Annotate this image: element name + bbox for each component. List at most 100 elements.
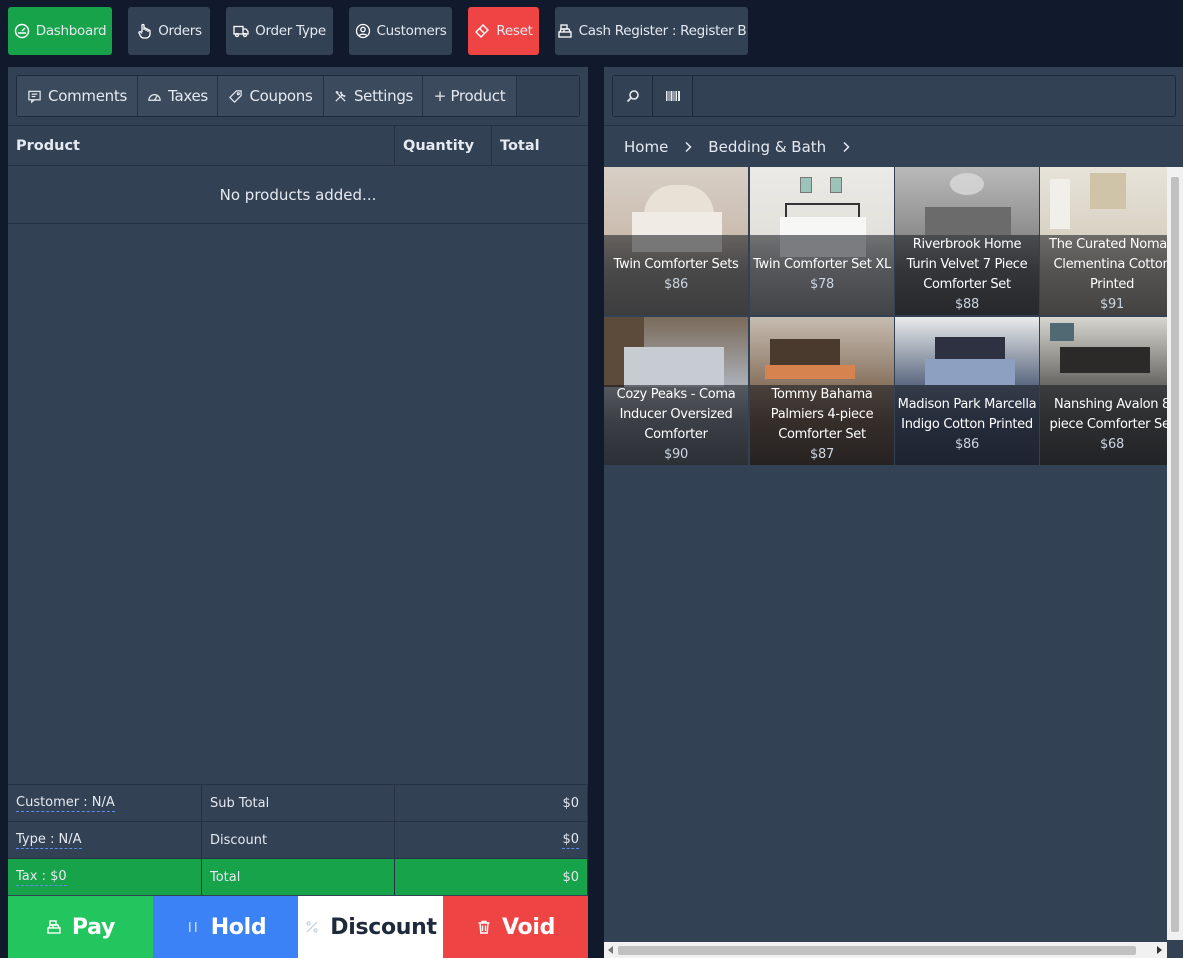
tax-selector[interactable]: Tax : $0: [16, 869, 67, 886]
tab-settings-label: Settings: [353, 87, 414, 105]
hold-button[interactable]: Hold: [153, 896, 298, 958]
dashboard-icon: [14, 23, 29, 39]
customers-label: Customers: [376, 23, 447, 39]
search-bar: [612, 75, 1176, 117]
cash-register-icon: [47, 920, 61, 934]
pay-button[interactable]: Pay: [8, 896, 153, 958]
barcode-button[interactable]: [653, 76, 693, 116]
product-card[interactable]: The Curated Nomad Clementina Cotton Prin…: [1040, 167, 1167, 315]
column-quantity: Quantity: [395, 126, 492, 165]
void-label: Void: [501, 914, 556, 940]
tab-add-product-label: + Product: [433, 87, 506, 105]
discount-label: Discount: [202, 822, 395, 858]
order-type-button[interactable]: Order Type: [226, 7, 333, 55]
eraser-icon: [475, 24, 490, 38]
reset-button[interactable]: Reset: [468, 7, 539, 55]
product-price: $86: [664, 277, 688, 292]
product-price: $78: [810, 277, 834, 292]
tools-icon: [335, 90, 346, 102]
truck-icon: [233, 25, 249, 38]
summary-row-discount: Type : N/A Discount $0: [8, 821, 588, 858]
product-grid: Twin Comforter Sets $86 Twin Comforter S…: [604, 167, 1167, 465]
dashboard-button[interactable]: Dashboard: [8, 7, 112, 55]
product-price: $68: [1100, 437, 1124, 452]
discount-button[interactable]: Discount: [298, 896, 443, 958]
tab-coupons-label: Coupons: [249, 87, 313, 105]
product-price: $86: [955, 437, 979, 452]
breadcrumb-home[interactable]: Home: [624, 138, 668, 156]
order-summary: Customer : N/A Sub Total $0 Type : N/A D…: [8, 784, 588, 895]
product-card[interactable]: Madison Park Marcella Indigo Cotton Prin…: [895, 317, 1039, 465]
user-circle-icon: [355, 23, 370, 39]
cart-panel: Comments Taxes Coupons Settings + Produc…: [8, 67, 588, 958]
product-name: Cozy Peaks - Coma Inducer Oversized Comf…: [616, 387, 736, 442]
cash-register-button[interactable]: Cash Register : Register B: [555, 7, 748, 55]
hold-label: Hold: [210, 914, 267, 940]
vertical-scroll-thumb[interactable]: [1171, 177, 1179, 932]
product-price: $87: [810, 447, 834, 462]
barcode-icon: [665, 91, 680, 101]
subtotal-value: $0: [395, 785, 588, 821]
cart-tabs: Comments Taxes Coupons Settings + Produc…: [16, 75, 580, 117]
product-card[interactable]: Twin Comforter Sets $86: [604, 167, 748, 315]
product-price: $90: [664, 447, 688, 462]
subtotal-label: Sub Total: [202, 785, 395, 821]
product-card[interactable]: Tommy Bahama Palmiers 4-piece Comforter …: [750, 317, 894, 465]
order-type-selector[interactable]: Type : N/A: [16, 832, 82, 849]
search-button[interactable]: [613, 76, 653, 116]
product-card[interactable]: Cozy Peaks - Coma Inducer Oversized Comf…: [604, 317, 748, 465]
orders-label: Orders: [158, 23, 202, 39]
trash-icon: [478, 920, 490, 934]
dashboard-label: Dashboard: [35, 23, 107, 39]
product-name: Riverbrook Home Turin Velvet 7 Piece Com…: [906, 237, 1028, 292]
chevron-right-icon: [685, 141, 692, 152]
orders-button[interactable]: Orders: [128, 7, 210, 55]
column-product: Product: [8, 126, 395, 165]
chevron-right-icon: [843, 141, 850, 152]
reset-label: Reset: [496, 23, 533, 39]
breadcrumb: Home Bedding & Bath: [604, 125, 1183, 167]
discount-button-label: Discount: [330, 914, 437, 940]
product-card[interactable]: Twin Comforter Set XL $78: [750, 167, 894, 315]
cart-table-header: Product Quantity Total: [8, 125, 588, 166]
scroll-right-icon[interactable]: [1156, 946, 1162, 954]
order-type-label: Order Type: [255, 23, 326, 39]
product-browser: Home Bedding & Bath Twin Comforter Sets …: [604, 67, 1183, 958]
checkout-actions: Pay Hold Discount Void: [8, 896, 588, 958]
search-input[interactable]: [693, 76, 1175, 116]
total-label: Total: [202, 859, 395, 895]
breadcrumb-category[interactable]: Bedding & Bath: [708, 138, 826, 156]
pause-icon: [188, 922, 197, 932]
comment-icon: [28, 90, 41, 103]
tab-taxes[interactable]: Taxes: [138, 76, 218, 116]
tab-taxes-label: Taxes: [168, 87, 208, 105]
product-price: $91: [1100, 297, 1124, 312]
column-total: Total: [500, 137, 540, 154]
tab-coupons[interactable]: Coupons: [218, 76, 324, 116]
customer-selector[interactable]: Customer : N/A: [16, 795, 115, 812]
discount-value[interactable]: $0: [562, 832, 579, 849]
summary-row-total: Tax : $0 Total $0: [8, 858, 588, 895]
hand-pointer-icon: [138, 23, 151, 39]
scroll-left-icon[interactable]: [608, 946, 614, 954]
product-card[interactable]: Nanshing Avalon 8 piece Comforter Set $6…: [1040, 317, 1167, 465]
product-name: Madison Park Marcella Indigo Cotton Prin…: [897, 397, 1037, 432]
search-icon: [626, 90, 639, 103]
product-name: Twin Comforter Set XL: [753, 257, 891, 272]
empty-cart-message: No products added...: [8, 166, 588, 224]
product-price: $88: [955, 297, 979, 312]
product-name: Twin Comforter Sets: [613, 257, 739, 272]
product-card[interactable]: Riverbrook Home Turin Velvet 7 Piece Com…: [895, 167, 1039, 315]
tab-comments[interactable]: Comments: [17, 76, 138, 116]
void-button[interactable]: Void: [443, 896, 588, 958]
cash-register-label: Cash Register : Register B: [578, 23, 747, 39]
horizontal-scroll-thumb[interactable]: [618, 946, 1136, 955]
tab-settings[interactable]: Settings: [324, 76, 423, 116]
customers-button[interactable]: Customers: [349, 7, 452, 55]
total-value: $0: [395, 859, 588, 895]
tag-icon: [229, 89, 243, 103]
tab-add-product[interactable]: + Product: [423, 76, 517, 116]
top-navigation: Dashboard Orders Order Type Customers Re…: [0, 0, 1183, 62]
vertical-scrollbar[interactable]: [1167, 167, 1183, 940]
horizontal-scrollbar[interactable]: [604, 942, 1167, 958]
